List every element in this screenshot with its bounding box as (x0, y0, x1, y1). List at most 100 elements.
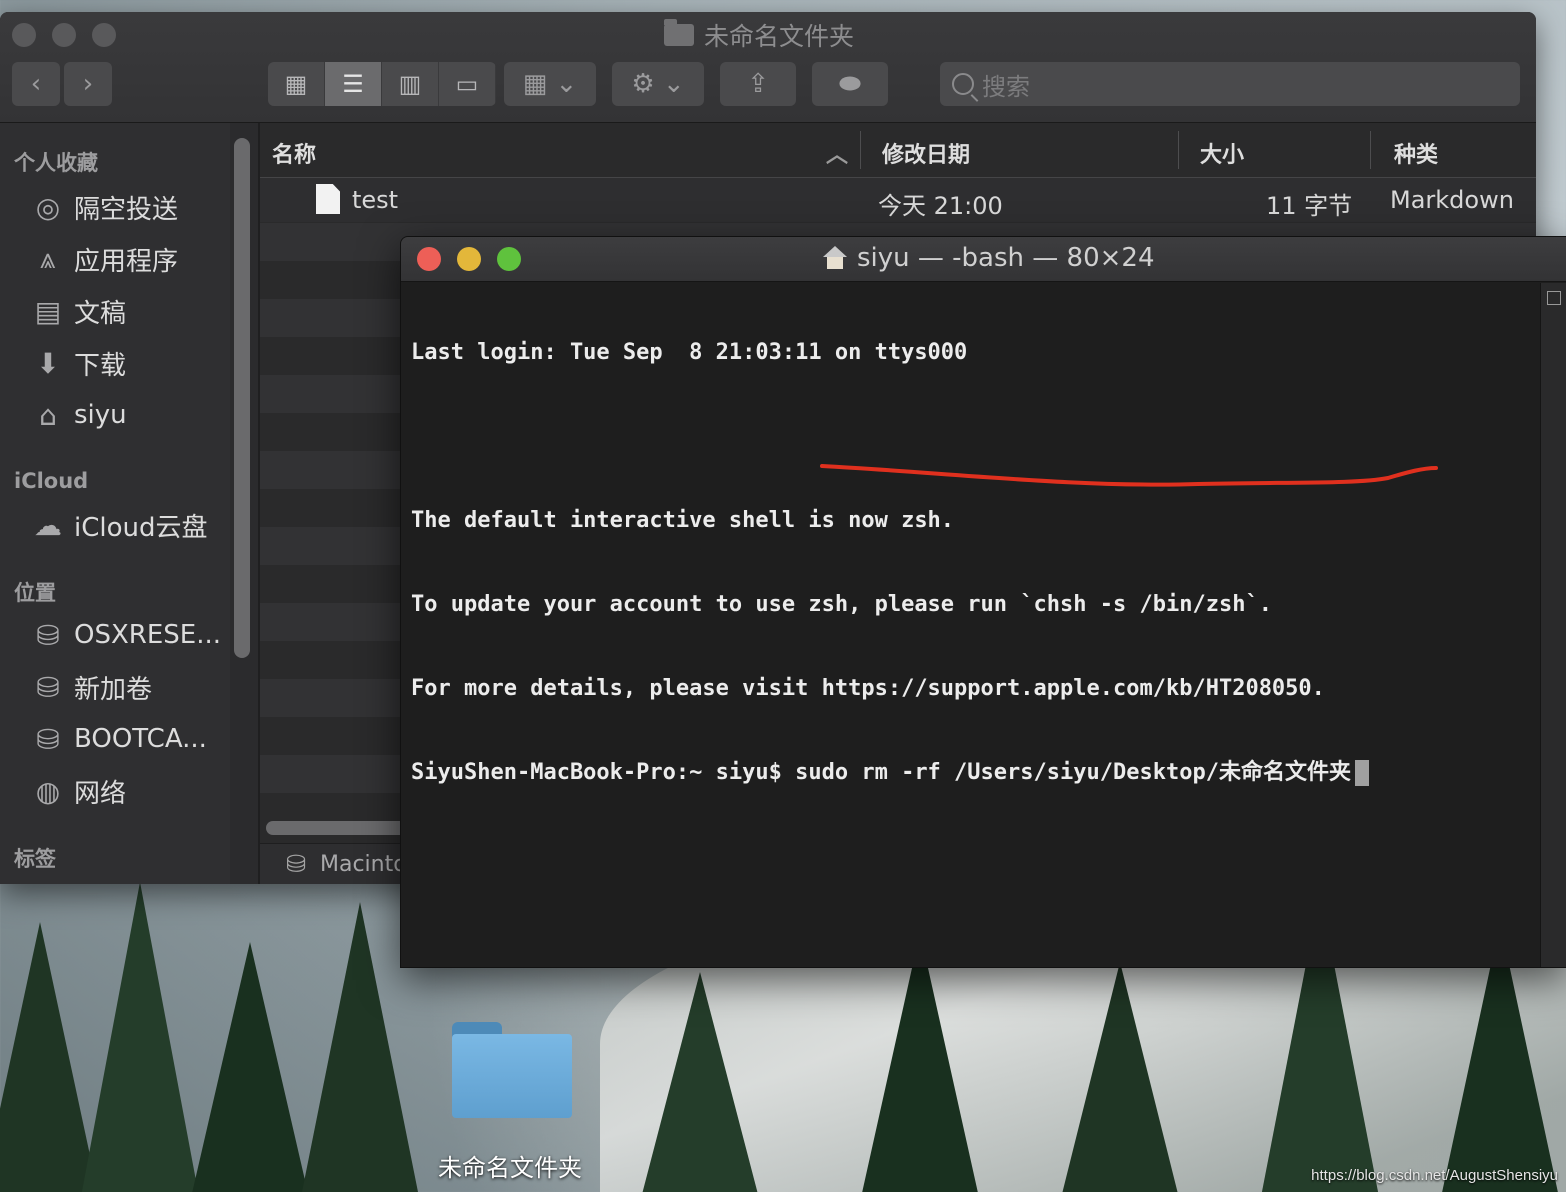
path-bar-item[interactable]: Macinto (320, 852, 407, 877)
icon-view-button[interactable]: ▦ (268, 62, 325, 106)
share-button[interactable]: ⇪ (720, 62, 796, 106)
folder-icon (664, 19, 694, 46)
file-size: 11 字节 (1266, 192, 1353, 220)
column-separator[interactable] (1178, 131, 1179, 169)
search-placeholder: 搜索 (982, 72, 1030, 101)
table-row[interactable]: test 今天 21:00 11 字节 Markdown (260, 178, 1536, 222)
tags-header: 标签 (14, 847, 56, 871)
column-view-button[interactable]: ▥ (382, 62, 439, 106)
column-separator[interactable] (1370, 131, 1371, 169)
sort-ascending-icon: ︿ (826, 143, 849, 168)
downloads-icon: ⬇ (36, 346, 60, 380)
search-field[interactable]: 搜索 (940, 62, 1520, 106)
tree (80, 882, 200, 1192)
favorites-header: 个人收藏 (14, 151, 98, 175)
group-button[interactable]: ▦ ⌄ (504, 62, 596, 106)
terminal-line: To update your account to use zsh, pleas… (411, 592, 1272, 617)
sidebar-item-documents[interactable]: ▤ 文稿 (30, 291, 126, 331)
terminal-minimize-button[interactable] (457, 247, 481, 271)
gallery-icon: ▭ (455, 70, 479, 98)
text-cursor (1354, 760, 1369, 786)
terminal-title-text: siyu — -bash — 80×24 (857, 243, 1155, 273)
disk-icon: ⛁ (36, 670, 60, 704)
file-modified: 今天 21:00 (878, 192, 1003, 220)
sidebar-item-label: 新加卷 (74, 674, 153, 705)
sidebar-item-downloads[interactable]: ⬇ 下载 (30, 343, 126, 383)
group-grid-icon: ▦ ⌄ (522, 69, 578, 99)
sidebar-item-home[interactable]: ⌂ siyu (30, 395, 127, 435)
sidebar-item-applications[interactable]: ⩓ 应用程序 (30, 239, 178, 279)
gallery-view-button[interactable]: ▭ (439, 62, 496, 106)
locations-header: 位置 (14, 581, 56, 605)
sidebar-item-label: BOOTCA... (74, 724, 207, 754)
terminal-line: The default interactive shell is now zsh… (411, 508, 955, 533)
finder-close-button[interactable] (12, 23, 36, 47)
list-icon: ☰ (342, 70, 364, 98)
desktop-folder[interactable] (452, 1022, 572, 1118)
tree (640, 972, 760, 1192)
sidebar-item-label: siyu (74, 400, 127, 430)
sidebar-item-label: 网络 (74, 778, 127, 809)
split-pane-icon[interactable] (1547, 291, 1561, 305)
back-button[interactable]: ‹ (12, 62, 60, 106)
terminal-prompt-line: SiyuShen-MacBook-Pro:~ siyu$ sudo rm -rf… (411, 759, 1531, 787)
terminal-close-button[interactable] (417, 247, 441, 271)
disk-icon: ⛁ (36, 722, 60, 756)
chevron-right-icon: › (82, 69, 94, 99)
cloud-icon: ☁ (34, 508, 62, 542)
airdrop-icon: ◎ (35, 190, 61, 224)
tags-button[interactable]: ⬬ (812, 62, 888, 106)
terminal-line: For more details, please visit https://s… (411, 676, 1325, 701)
icloud-header: iCloud (14, 469, 89, 493)
sidebar-scrollbar[interactable] (234, 138, 250, 658)
desktop-folder-label[interactable]: 未命名文件夹 (420, 1148, 600, 1183)
action-button[interactable]: ⚙ ⌄ (612, 62, 704, 106)
chevron-left-icon: ‹ (30, 69, 42, 99)
tree (1060, 962, 1180, 1192)
home-icon (823, 246, 847, 270)
column-modified[interactable]: 修改日期 (882, 137, 970, 169)
column-name[interactable]: 名称 (272, 137, 316, 169)
sidebar-item-label: OSXRESE... (74, 620, 221, 650)
applications-icon: ⩓ (40, 242, 56, 275)
documents-icon: ▤ (34, 294, 62, 328)
finder-title: 未命名文件夹 (664, 19, 854, 51)
finder-toolbar: 未命名文件夹 ‹ › ▦ ☰ ▥ ▭ ▦ ⌄ ⚙ ⌄ ⇪ ⬬ 搜索 (0, 12, 1536, 123)
column-size[interactable]: 大小 (1200, 137, 1244, 169)
terminal-window: siyu — -bash — 80×24 Last login: Tue Sep… (400, 236, 1566, 968)
terminal-command: SiyuShen-MacBook-Pro:~ siyu$ sudo rm -rf… (411, 760, 1351, 785)
file-name: test (352, 186, 399, 214)
terminal-output[interactable]: Last login: Tue Sep 8 21:03:11 on ttys00… (411, 283, 1531, 843)
sidebar-item-label: iCloud云盘 (74, 512, 208, 543)
columns-icon: ▥ (398, 70, 422, 98)
terminal-scrollbar[interactable] (1540, 283, 1566, 967)
share-icon: ⇪ (747, 69, 769, 99)
column-headers: 名称 ︿ 修改日期 大小 种类 (260, 123, 1536, 178)
drive-icon: ⛁ (286, 850, 307, 878)
sidebar-item-bootcamp[interactable]: ⛁ BOOTCA... (30, 719, 207, 759)
forward-button[interactable]: › (64, 62, 112, 106)
sidebar-item-label: 下载 (74, 350, 127, 381)
finder-minimize-button[interactable] (52, 23, 76, 47)
tree (190, 942, 310, 1192)
column-separator[interactable] (860, 131, 861, 169)
sidebar-item-network[interactable]: ◍ 网络 (30, 771, 126, 811)
folder-icon (452, 1034, 572, 1118)
list-view-button[interactable]: ☰ (325, 62, 382, 106)
sidebar-item-airdrop[interactable]: ◎ 隔空投送 (30, 187, 178, 227)
sidebar-item-icloud-drive[interactable]: ☁ iCloud云盘 (30, 505, 208, 545)
file-kind: Markdown (1390, 186, 1514, 214)
tree (860, 932, 980, 1192)
watermark: https://blog.csdn.net/AugustShensiyu (1311, 1167, 1558, 1184)
finder-zoom-button[interactable] (92, 23, 116, 47)
sidebar-item-label: 应用程序 (74, 246, 179, 277)
sidebar-item-new-volume[interactable]: ⛁ 新加卷 (30, 667, 152, 707)
terminal-line: Last login: Tue Sep 8 21:03:11 on ttys00… (411, 340, 968, 365)
terminal-zoom-button[interactable] (497, 247, 521, 271)
column-kind[interactable]: 种类 (1394, 137, 1438, 169)
sidebar-item-osxreserved[interactable]: ⛁ OSXRESE... (30, 615, 221, 655)
tag-icon: ⬬ (838, 68, 862, 99)
grid-icon: ▦ (284, 70, 308, 98)
red-underline-annotation (820, 464, 1438, 487)
network-icon: ◍ (35, 774, 61, 808)
